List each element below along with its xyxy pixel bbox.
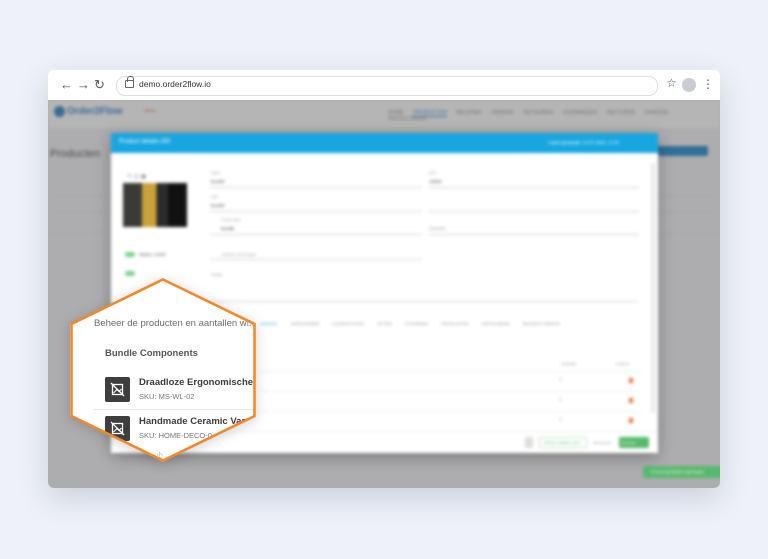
table-divider (261, 411, 641, 412)
image-actions-icon[interactable]: ✎ ◎ ▣ (127, 173, 146, 180)
weight-field[interactable]: Gewicht (429, 224, 639, 235)
manage-text-rest: binnen deze bundel (246, 318, 256, 329)
browser-toolbar: ← → ↻ demo.order2flow.io ☆ ⋮ (48, 70, 720, 101)
faded-text: ub (154, 451, 163, 460)
tab-stock[interactable]: VOORRAAD (405, 321, 428, 326)
forward-icon[interactable]: → (77, 77, 90, 93)
back-icon[interactable]: ← (60, 77, 73, 93)
qty-stepper[interactable]: 1 (559, 397, 562, 403)
toast-notification: Product gewijzigd opgeslagen (643, 466, 720, 478)
url-text: demo.order2flow.io (139, 79, 211, 89)
table-divider (261, 371, 641, 372)
notes-label: Notities (211, 273, 223, 277)
bookmark-star-icon[interactable]: ☆ (666, 76, 677, 90)
delete-icon[interactable] (629, 398, 633, 403)
ean-field[interactable]: bundel (211, 201, 421, 212)
tags-select[interactable]: Labels toevoegen (211, 249, 421, 260)
bundle-components-title: Bundle Components (105, 348, 198, 359)
lock-icon (125, 76, 134, 88)
bundle-help-text: Beheer de producten en aantallen wbinnen… (94, 318, 256, 329)
product-sku: SKU: HOME-DECO-0 (139, 431, 212, 440)
name-field[interactable]: bundel (211, 177, 421, 188)
tags-placeholder: Labels toevoegen (221, 252, 257, 257)
status-toggle[interactable] (125, 252, 135, 257)
extra-field[interactable] (429, 201, 639, 212)
tab-bundle[interactable]: BUNDLE (261, 321, 277, 326)
reload-icon[interactable]: ↻ (94, 77, 105, 93)
product-name: Draadloze Ergonomische (139, 377, 254, 388)
last-modified: Laatst gewijzigd: 14-07-2024, 17:01 (548, 140, 620, 145)
modal-scrollbar[interactable] (651, 163, 655, 413)
address-bar[interactable]: demo.order2flow.io (116, 76, 658, 96)
divider (94, 409, 256, 410)
secondary-toggle[interactable] (125, 271, 135, 276)
product-sku: SKU: MS-WL-02 (139, 392, 195, 401)
ean-label: EAN (211, 195, 219, 199)
profile-avatar[interactable] (682, 78, 696, 92)
modal-title: Product details #50 (119, 139, 171, 145)
status-label: Status: Actief (139, 252, 166, 257)
notes-field[interactable] (211, 291, 637, 302)
sku-value: 10004 (429, 179, 442, 184)
zoom-callout: Beheer de producten en aantallen wbinnen… (70, 278, 256, 462)
tab-recent-orders[interactable]: RECENTE ORDERS (523, 321, 560, 326)
manage-text: Beheer de producten en aantallen w (94, 318, 247, 329)
type-label: Product type (221, 218, 241, 222)
type-select[interactable]: bundle (211, 224, 421, 235)
name-label: Naam (211, 171, 221, 175)
qty-stepper[interactable]: 1 (559, 417, 562, 423)
quantity-header: Quantity (561, 361, 576, 366)
no-image-icon (105, 416, 130, 441)
modal-header: Product details #50 Laatst gewijzigd: 14… (111, 133, 658, 153)
browser-menu-icon[interactable]: ⋮ (702, 77, 714, 91)
delete-icon[interactable] (629, 378, 633, 383)
delete-icon[interactable] (629, 418, 633, 423)
type-value: bundle (221, 226, 235, 231)
actions-header: Actions (616, 361, 630, 366)
tab-pricelists[interactable]: PRIJSLIJSTEN (441, 321, 468, 326)
tab-options[interactable]: OPTIES (377, 321, 392, 326)
sku-label: SKU (429, 171, 437, 175)
no-image-icon (105, 377, 130, 402)
settings-icon[interactable] (525, 437, 533, 448)
list-item[interactable]: Handmade Ceramic Vas SKU: HOME-DECO-0 (70, 412, 256, 448)
qty-stepper[interactable]: 1 (559, 377, 562, 383)
tab-translations[interactable]: VERTALINGEN (482, 321, 510, 326)
product-name: Handmade Ceramic Vas (139, 416, 247, 427)
table-divider (261, 391, 641, 392)
name-value: bundel (211, 179, 225, 184)
back-to-list-button[interactable]: TERUG NAAR LIJST (539, 437, 587, 448)
tab-categories[interactable]: CATEGORIEËN (290, 321, 319, 326)
sku-field[interactable]: 10004 (429, 177, 639, 188)
modal-tabs: BUNDLE CATEGORIEËN CLASSIFICATIES OPTIES… (261, 321, 572, 326)
cancel-button[interactable]: Annuleren (593, 437, 617, 451)
list-item[interactable]: Draadloze Ergonomische SKU: MS-WL-02 (70, 373, 256, 409)
product-image (123, 183, 187, 227)
ean-value: bundel (211, 203, 225, 208)
toast-text: Product gewijzigd opgeslagen (651, 469, 705, 474)
callout-content: Beheer de producten en aantallen wbinnen… (70, 278, 256, 462)
save-button[interactable]: Opslaan (619, 437, 649, 448)
tab-classifications[interactable]: CLASSIFICATIES (332, 321, 364, 326)
weight-label: Gewicht (429, 226, 446, 231)
